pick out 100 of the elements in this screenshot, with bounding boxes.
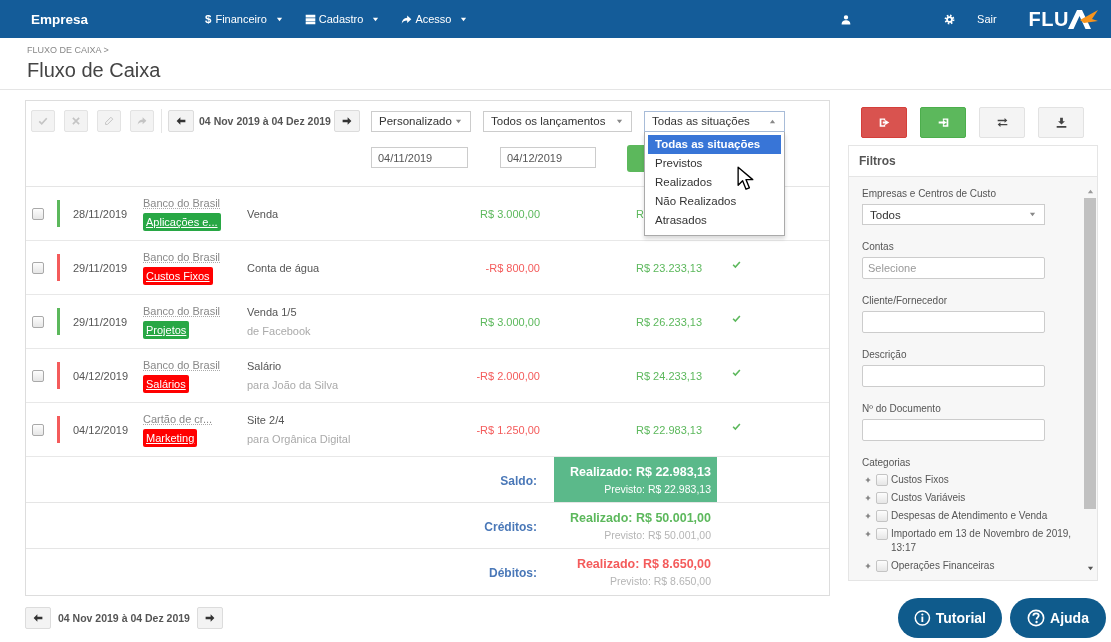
category-checkbox[interactable] (876, 528, 888, 540)
arrow-right-icon (204, 613, 215, 623)
row-checkbox[interactable] (32, 207, 44, 220)
account-link[interactable]: Banco do Brasil (143, 358, 221, 372)
description-note: de Facebook (247, 324, 312, 338)
period-text: 04 Nov 2019 à 04 Dez 2019 (199, 115, 331, 127)
dropdown-option[interactable]: Previstos (648, 153, 781, 173)
select-field[interactable]: Todas as situações (644, 110, 785, 132)
balance-text: R$ 24.233,13 (636, 369, 703, 382)
logout-link[interactable]: Sair (977, 13, 997, 25)
select-field[interactable]: Todos os lançamentos (483, 110, 632, 132)
share-icon (401, 13, 413, 25)
question-icon (1027, 609, 1046, 627)
description-text: Salário (247, 359, 283, 373)
dropdown-option[interactable]: Atrasados (648, 210, 781, 230)
input-field[interactable] (862, 365, 1045, 387)
caret-up-icon[interactable] (1086, 188, 1094, 195)
expand-icon[interactable] (865, 531, 871, 537)
total-label: Débitos: (488, 566, 537, 580)
previous-button[interactable] (168, 110, 194, 132)
user-icon[interactable] (841, 13, 852, 25)
input-field[interactable] (862, 311, 1045, 333)
sign-in-icon (937, 117, 949, 128)
expand-icon[interactable] (865, 563, 871, 569)
row-checkbox[interactable] (32, 423, 44, 436)
category-tag[interactable]: Custos Fixos (143, 267, 213, 285)
logo-icon (1067, 8, 1099, 30)
dropdown-option[interactable]: Realizados (648, 172, 781, 192)
category-label: Despesas de Atendimento e Venda (891, 509, 1049, 523)
row-checkbox[interactable] (32, 315, 44, 328)
menu-item[interactable]: Acesso (401, 13, 468, 25)
expand-icon[interactable] (865, 513, 871, 519)
date-text: 28/11/2019 (73, 207, 129, 220)
category-label: Operações Financeiras (891, 559, 996, 573)
breadcrumb[interactable]: FLUXO DE CAIXA > (27, 38, 1111, 56)
amount-text: -R$ 800,00 (484, 261, 540, 274)
category-label: Custos Fixos (891, 473, 950, 487)
balance-text: R$ 22.983,13 (636, 423, 703, 436)
input-field[interactable]: Selecione (862, 257, 1045, 279)
description-text: Venda 1/5 (247, 305, 298, 319)
submit-button[interactable] (627, 145, 644, 172)
previous-button[interactable] (25, 607, 51, 629)
expand-icon[interactable] (865, 477, 871, 483)
caret-icon (460, 15, 468, 23)
check-icon (38, 116, 48, 126)
field-label: Categorias (862, 456, 912, 469)
download-icon (1055, 117, 1067, 128)
caret-icon (372, 15, 380, 23)
select-field[interactable]: Todos (862, 204, 1045, 225)
period-text: 04 Nov 2019 à 04 Dez 2019 (58, 612, 190, 624)
category-checkbox[interactable] (876, 474, 888, 486)
page-title: Fluxo de Caixa (27, 58, 162, 82)
help-button[interactable]: Tutorial (898, 598, 1002, 638)
row-checkbox[interactable] (32, 369, 44, 382)
next-button[interactable] (334, 110, 360, 132)
amount-text: -R$ 1.250,00 (475, 423, 540, 436)
caret-icon (769, 117, 776, 125)
description-text: Venda (247, 206, 280, 221)
field-label: Contas (862, 240, 894, 253)
balance-text: R$ 26.233,13 (636, 315, 703, 328)
next-button[interactable] (196, 607, 223, 629)
category-checkbox[interactable] (876, 560, 888, 572)
expand-icon[interactable] (865, 495, 871, 501)
date-text: 04/12/2019 (73, 369, 130, 382)
date-input[interactable]: 04/12/2019 (500, 147, 596, 168)
category-checkbox[interactable] (876, 492, 888, 504)
account-link[interactable]: Banco do Brasil (143, 304, 221, 318)
field-label: Nº do Documento (862, 402, 941, 415)
menu-item[interactable]: Cadastro (304, 13, 380, 25)
account-link[interactable]: Cartão de cr... (143, 412, 213, 426)
row-checkbox[interactable] (32, 261, 44, 274)
description-text: Conta de água (247, 260, 321, 275)
date-input[interactable]: 04/11/2019 (371, 147, 468, 168)
action-button[interactable] (861, 107, 907, 138)
category-checkbox[interactable] (876, 510, 888, 522)
input-field[interactable] (862, 419, 1045, 441)
arrow-left-icon (33, 613, 43, 623)
settings-icon[interactable] (944, 13, 956, 25)
total-label: Saldo: (499, 473, 537, 488)
caret-down-icon[interactable] (1086, 565, 1094, 572)
logo-text: FLU (1028, 7, 1069, 31)
dropdown-option[interactable]: Todas as situações (648, 134, 781, 154)
date-text: 29/11/2019 (73, 261, 129, 274)
menu-item[interactable]: $ Financeiro (205, 13, 283, 25)
mouse-pointer-icon (737, 165, 755, 191)
account-link[interactable]: Banco do Brasil (143, 196, 221, 210)
caret-icon (1029, 211, 1036, 218)
dropdown-option[interactable]: Não Realizados (648, 191, 781, 211)
balance-text: R$ 23.233,13 (636, 261, 703, 274)
account-link[interactable]: Banco do Brasil (143, 250, 221, 264)
total-label: Créditos: (483, 519, 537, 534)
realized-text: Realizado: R$ 8.650,00 (576, 556, 711, 572)
action-button[interactable] (920, 107, 966, 138)
select-field[interactable]: Personalizado (371, 110, 471, 132)
help-button[interactable]: Ajuda (1010, 598, 1106, 638)
balance-text: R (636, 207, 644, 220)
forecast-text: Previsto: R$ 50.001,00 (604, 527, 711, 542)
brand-link[interactable]: Empresa (31, 11, 205, 27)
category-tag[interactable]: Salários (143, 375, 189, 393)
category-tag[interactable]: Marketing (143, 429, 198, 447)
